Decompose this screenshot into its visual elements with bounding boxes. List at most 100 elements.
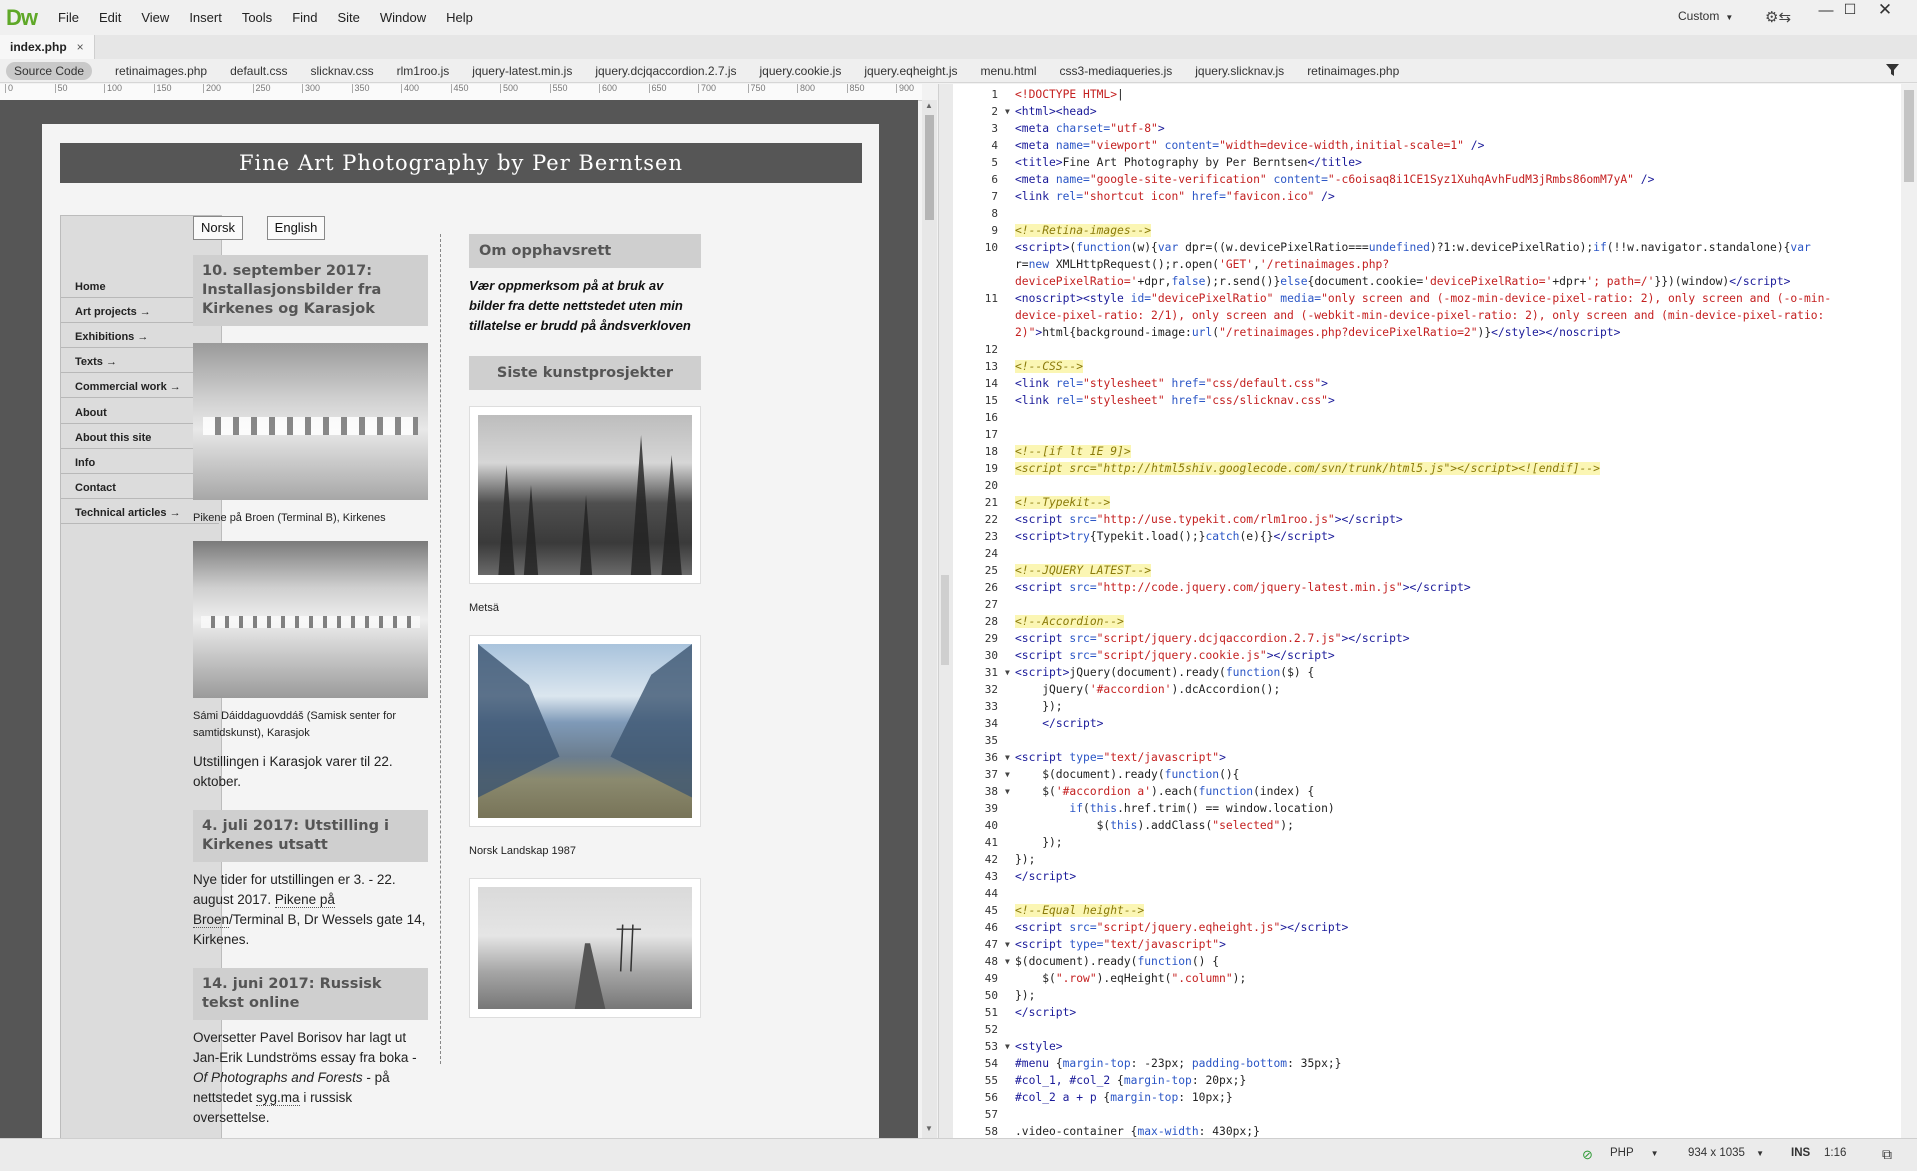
line-number: 42 — [984, 853, 998, 866]
copyright-heading: Om opphavsrett — [469, 234, 701, 268]
chevron-down-icon: ▼ — [1756, 1149, 1765, 1158]
fold-toggle-icon[interactable]: ▼ — [1005, 103, 1010, 120]
close-tab-icon[interactable]: × — [77, 40, 84, 54]
code-view[interactable]: 1 <!DOCTYPE HTML>| 2 ▼ <html><head> 3 <meta ch… — [953, 84, 1901, 1138]
insert-mode[interactable]: INS — [1791, 1147, 1810, 1159]
ruler-tick: 900 — [896, 84, 914, 93]
line-number: 13 — [984, 360, 998, 373]
code-line: 51 </script> — [953, 1004, 1901, 1021]
fold-toggle-icon[interactable]: ▼ — [1005, 749, 1010, 766]
code-text: <script>jQuery(document).ready(function(… — [1015, 666, 1315, 679]
related-file-tab[interactable]: jquery.dcjqaccordion.2.7.js — [595, 64, 736, 78]
project-photo-frame[interactable] — [469, 406, 701, 584]
scroll-up-icon[interactable]: ▲ — [925, 101, 933, 110]
live-view-scrollbar[interactable] — [922, 100, 937, 1138]
code-scrollbar[interactable] — [1901, 84, 1917, 1138]
code-line: 58 .video-container {max-width: 430px;} — [953, 1123, 1901, 1138]
code-line: 53 ▼ <style> — [953, 1038, 1901, 1055]
related-file-tab[interactable]: jquery.eqheight.js — [864, 64, 957, 78]
code-line: 10 <script>(function(w){var dpr=((w.devic… — [953, 239, 1901, 256]
menu-tools[interactable]: Tools — [232, 9, 282, 26]
close-icon[interactable]: ✕ — [1866, 0, 1904, 20]
line-number: 38 — [984, 785, 998, 798]
preview-icon[interactable]: ⧉ — [1882, 1146, 1892, 1163]
code-line: 1 <!DOCTYPE HTML>| — [953, 86, 1901, 103]
related-file-tab[interactable]: rlm1roo.js — [397, 64, 450, 78]
window-size-select[interactable]: 934 x 1035 ▼ — [1688, 1147, 1764, 1159]
related-file-tab[interactable]: default.css — [230, 64, 287, 78]
maximize-icon[interactable]: ☐ — [1836, 1, 1864, 21]
menu-find[interactable]: Find — [282, 9, 327, 26]
filter-icon[interactable] — [1886, 64, 1899, 80]
code-line: 3 <meta charset="utf-8"> — [953, 120, 1901, 137]
code-scroll-thumb[interactable] — [1904, 90, 1914, 182]
line-number: 32 — [984, 683, 998, 696]
ruler-tick: 800 — [797, 84, 815, 93]
scroll-down-icon[interactable]: ▼ — [925, 1124, 933, 1133]
related-file-tab[interactable]: css3-mediaqueries.js — [1060, 64, 1173, 78]
gear-sync-icon[interactable]: ⚙⇆ — [1765, 8, 1791, 26]
document-tab-bar: index.php × — [0, 35, 1917, 60]
document-tab[interactable]: index.php × — [0, 35, 95, 59]
code-text: #col_2 a + p {margin-top: 10px;} — [1015, 1091, 1233, 1104]
related-file-tab[interactable]: retinaimages.php — [1307, 64, 1399, 78]
copyright-notice: Vær oppmerksom på at bruk av bilder fra … — [469, 278, 691, 333]
code-text: $(".row").eqHeight(".column"); — [1015, 972, 1247, 985]
menu-view[interactable]: View — [131, 9, 179, 26]
code-text: <link rel="stylesheet" href="css/default… — [1015, 377, 1328, 390]
related-file-tab[interactable]: slicknav.css — [310, 64, 373, 78]
lang-english-button[interactable]: English — [267, 216, 325, 240]
code-text: 2)">html{background-image:url("/retinaim… — [1015, 326, 1621, 339]
fold-toggle-icon[interactable]: ▼ — [1005, 766, 1010, 783]
line-number: 25 — [984, 564, 998, 577]
code-text: </script> — [1042, 717, 1104, 730]
splitter-grip[interactable] — [941, 575, 949, 665]
live-view-scroll-thumb[interactable] — [925, 115, 934, 220]
workspace-switcher[interactable]: Custom ▼ — [1678, 9, 1733, 23]
code-line: 28 <!--Accordion--> — [953, 613, 1901, 630]
related-file-tab[interactable]: jquery.slicknav.js — [1195, 64, 1284, 78]
line-number: 29 — [984, 632, 998, 645]
line-number: 17 — [984, 428, 998, 441]
line-number: 19 — [984, 462, 998, 475]
code-line: 13 <!--CSS--> — [953, 358, 1901, 375]
fold-toggle-icon[interactable]: ▼ — [1005, 1038, 1010, 1055]
ruler-tick: 700 — [698, 84, 716, 93]
menu-window[interactable]: Window — [370, 9, 436, 26]
project-photo-frame[interactable] — [469, 878, 701, 1018]
related-file-tab[interactable]: retinaimages.php — [115, 64, 207, 78]
menu-file[interactable]: File — [48, 9, 89, 26]
fold-toggle-icon[interactable]: ▼ — [1005, 953, 1010, 970]
menu-site[interactable]: Site — [327, 9, 369, 26]
code-line: 15 <link rel="stylesheet" href="css/slick… — [953, 392, 1901, 409]
code-line: 55 #col_1, #col_2 {margin-top: 20px;} — [953, 1072, 1901, 1089]
sygma-link[interactable]: syg.ma — [256, 1090, 300, 1106]
ruler-tick: 0 — [5, 84, 13, 93]
line-number: 56 — [984, 1091, 998, 1104]
fold-toggle-icon[interactable]: ▼ — [1005, 936, 1010, 953]
source-code-tab[interactable]: Source Code — [6, 61, 93, 80]
valley-photo — [478, 644, 692, 818]
code-line: 7 <link rel="shortcut icon" href="favicon… — [953, 188, 1901, 205]
related-file-tab[interactable]: menu.html — [981, 64, 1037, 78]
sidebar-column: Om opphavsrett Vær oppmerksom på at bruk… — [469, 234, 701, 1018]
fold-toggle-icon[interactable]: ▼ — [1005, 783, 1010, 800]
code-text: </script> — [1015, 1006, 1077, 1019]
line-number: 44 — [984, 887, 998, 900]
menu-help[interactable]: Help — [436, 9, 483, 26]
news-text: Oversetter Pavel Borisov har lagt ut Jan… — [193, 1030, 417, 1125]
related-file-tab[interactable]: jquery-latest.min.js — [472, 64, 572, 78]
code-line: 36 ▼ <script type="text/javascript"> — [953, 749, 1901, 766]
ruler-tick: 300 — [302, 84, 320, 93]
related-file-tab[interactable]: jquery.cookie.js — [760, 64, 842, 78]
document-type-select[interactable]: PHP ▼ — [1610, 1147, 1659, 1159]
ruler-tick: 450 — [450, 84, 469, 93]
fold-toggle-icon[interactable]: ▼ — [1005, 664, 1010, 681]
menu-insert[interactable]: Insert — [179, 9, 232, 26]
menu-edit[interactable]: Edit — [89, 9, 131, 26]
code-line: device-pixel-ratio: 2/1), only screen an… — [953, 307, 1901, 324]
lang-norsk-button[interactable]: Norsk — [193, 216, 243, 240]
ruler-tick: 400 — [401, 84, 419, 93]
line-number: 46 — [984, 921, 998, 934]
project-photo-frame[interactable] — [469, 635, 701, 827]
